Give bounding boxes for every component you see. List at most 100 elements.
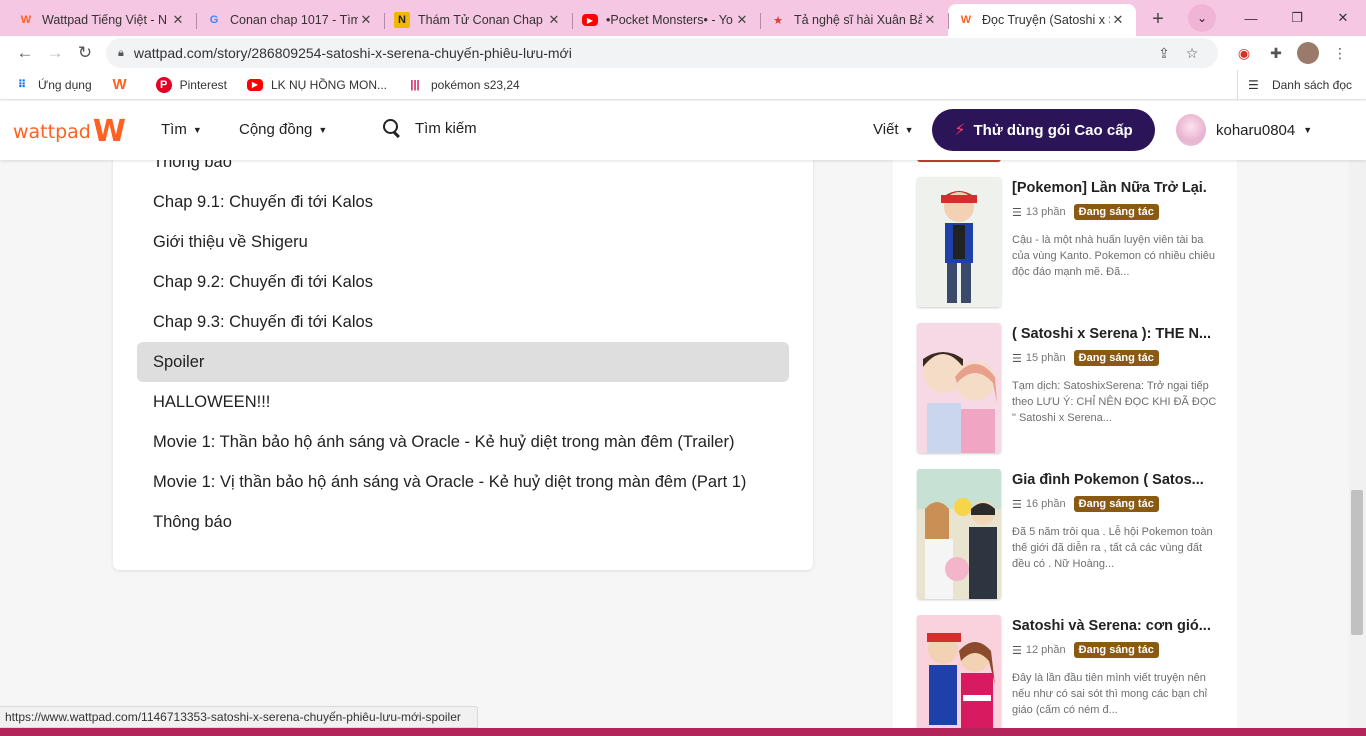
list-icon: ☰: [1012, 498, 1022, 511]
back-arrow-icon[interactable]: ←: [10, 38, 40, 68]
browser-tab-active[interactable]: W Đọc Truyện (Satoshi x S ✕: [948, 4, 1136, 36]
youtube-icon: ▶: [246, 78, 263, 91]
reading-list[interactable]: ☰ Danh sách đọc: [1236, 70, 1352, 100]
status-badge: Đang sáng tác: [1073, 496, 1159, 512]
close-icon[interactable]: ✕: [546, 12, 562, 28]
table-of-contents: Thông báo Chap 9.1: Chuyến đi tới Kalos …: [113, 140, 813, 570]
story-title[interactable]: ( Satoshi x Serena ): THE N...: [1012, 326, 1217, 342]
user-menu[interactable]: koharu0804 ▼: [1176, 114, 1312, 146]
pinterest-icon: P: [155, 76, 172, 93]
os-taskbar: [0, 728, 1366, 736]
toc-item[interactable]: Thông báo: [137, 502, 789, 542]
story-title[interactable]: Gia đình Pokemon ( Satos...: [1012, 472, 1217, 488]
close-icon[interactable]: ✕: [170, 12, 186, 28]
toc-item[interactable]: Chap 9.3: Chuyến đi tới Kalos: [137, 302, 789, 342]
scrollbar-thumb[interactable]: [1351, 490, 1363, 635]
nav-community-label: Cộng đồng: [239, 121, 313, 138]
story-cover[interactable]: [917, 615, 1001, 736]
caret-down-icon: ▼: [904, 124, 914, 135]
bookmark-apps[interactable]: ⠿ Ứng dụng: [14, 77, 92, 93]
restore-icon[interactable]: ❐: [1274, 0, 1320, 36]
bookmark-pinterest[interactable]: P Pinterest: [155, 76, 227, 93]
recommendation-card[interactable]: Satoshi và Serena: cơn gió... ☰ 12 phần …: [917, 615, 1217, 736]
close-icon[interactable]: ✕: [1110, 12, 1126, 28]
story-cover[interactable]: [917, 469, 1001, 599]
wattpad-logo[interactable]: wattpad W: [13, 117, 126, 147]
close-icon[interactable]: ✕: [922, 12, 938, 28]
story-meta: ☰ 13 phần Đang sáng tác: [1012, 204, 1159, 220]
reading-list-icon: ☰: [1247, 78, 1259, 92]
list-icon: ☰: [1012, 352, 1022, 365]
caret-down-icon: ▼: [192, 124, 202, 135]
forward-arrow-icon[interactable]: →: [40, 38, 70, 68]
story-description: Đây là lần đầu tiên mình viết truyện nên…: [1012, 672, 1208, 716]
toc-item[interactable]: Chap 9.1: Chuyến đi tới Kalos: [137, 182, 789, 222]
premium-button[interactable]: ⚡︎ Thử dùng gói Cao cấp: [932, 109, 1155, 151]
story-title[interactable]: [Pokemon] Lần Nữa Trở Lại.: [1012, 180, 1217, 196]
site-header: wattpad W Tìm ▼ Cộng đồng ▼ Tìm kiếm Viế…: [0, 101, 1366, 160]
profile-avatar[interactable]: [1292, 38, 1324, 68]
story-title[interactable]: Satoshi và Serena: cơn gió...: [1012, 618, 1217, 634]
new-tab-plus-icon[interactable]: +: [1144, 5, 1172, 33]
bookmark-wattpad[interactable]: W: [112, 76, 136, 93]
recommendation-card[interactable]: Gia đình Pokemon ( Satos... ☰ 16 phần Đa…: [917, 469, 1217, 601]
browser-tab-strip: W Wattpad Tiếng Việt - N ✕ G Conan chap …: [0, 0, 1366, 36]
tab-search-chevron-icon[interactable]: ⌄: [1188, 4, 1216, 32]
nav-write[interactable]: Viết ▼: [873, 121, 914, 138]
wattpad-favicon-icon: W: [960, 14, 972, 26]
toc-item[interactable]: Giới thiệu về Shigeru: [137, 222, 789, 262]
premium-label: Thử dùng gói Cao cấp: [973, 121, 1133, 139]
nav-browse[interactable]: Tìm ▼: [161, 121, 202, 138]
toc-item[interactable]: Movie 1: Vị thần bảo hộ ánh sáng và Orac…: [137, 462, 789, 502]
address-bar[interactable]: 🔒︎ wattpad.com/story/286809254-satoshi-x…: [106, 38, 1218, 68]
toc-item[interactable]: Movie 1: Thần bảo hộ ánh sáng và Oracle …: [137, 422, 789, 462]
parts-count: 16 phần: [1025, 498, 1066, 510]
browser-tab[interactable]: ▶ •Pocket Monsters• - Yo ✕: [572, 4, 760, 36]
browser-tab[interactable]: N Thám Tử Conan Chap 1 ✕: [384, 4, 572, 36]
audio-icon: |||: [410, 78, 420, 91]
close-icon[interactable]: ✕: [358, 12, 374, 28]
window-close-icon[interactable]: ✕: [1320, 0, 1366, 36]
minimize-icon[interactable]: —: [1228, 0, 1274, 36]
avatar: [1176, 114, 1206, 146]
toc-item[interactable]: Chap 9.2: Chuyến đi tới Kalos: [137, 262, 789, 302]
parts-count: 13 phần: [1025, 206, 1066, 218]
bookmark-pokemon[interactable]: ||| pokémon s23,24: [407, 77, 520, 93]
toc-item-hovered[interactable]: Spoiler: [137, 342, 789, 382]
nav-community[interactable]: Cộng đồng ▼: [239, 121, 327, 138]
bookmark-label: pokémon s23,24: [431, 77, 520, 92]
extensions-puzzle-icon[interactable]: ✚: [1260, 38, 1292, 68]
n-logo-favicon-icon: N: [394, 12, 410, 28]
story-cover[interactable]: [917, 323, 1001, 453]
browser-tab[interactable]: G Conan chap 1017 - Tìm ✕: [196, 4, 384, 36]
share-icon[interactable]: ⇪: [1150, 45, 1178, 62]
wattpad-favicon-icon: W: [20, 14, 32, 26]
lock-icon: 🔒︎: [118, 46, 124, 59]
recommendations-sidebar: [Pokemon] Lần Nữa Trở Lại. ☰ 13 phần Đan…: [893, 140, 1237, 736]
bookmark-star-icon[interactable]: ☆: [1178, 45, 1206, 62]
close-icon[interactable]: ✕: [734, 12, 750, 28]
extension-icon[interactable]: ◉: [1228, 38, 1260, 68]
scrollbar-track[interactable]: [1349, 160, 1366, 736]
recommendation-card[interactable]: ( Satoshi x Serena ): THE N... ☰ 15 phần…: [917, 323, 1217, 455]
search-icon: [383, 119, 401, 137]
menu-kebab-icon[interactable]: ⋮: [1324, 38, 1356, 68]
story-description: Cậu - là một nhà huấn luyện viên tài ba …: [1012, 234, 1216, 278]
story-cover[interactable]: [917, 177, 1001, 307]
parts-count: 12 phần: [1025, 644, 1066, 656]
browser-tab[interactable]: ★ Tả nghệ sĩ hài Xuân Bắ ✕: [760, 4, 948, 36]
search-button[interactable]: Tìm kiếm: [383, 119, 477, 137]
caret-down-icon: ▼: [1303, 125, 1313, 135]
story-meta: ☰ 12 phần Đang sáng tác: [1012, 642, 1159, 658]
list-icon: ☰: [1012, 644, 1022, 657]
toc-item[interactable]: HALLOWEEN!!!: [137, 382, 789, 422]
status-badge: Đang sáng tác: [1073, 204, 1159, 220]
status-badge: Đang sáng tác: [1073, 350, 1159, 366]
browser-tab[interactable]: W Wattpad Tiếng Việt - N ✕: [8, 4, 196, 36]
tab-title: Tả nghệ sĩ hài Xuân Bắ: [794, 13, 922, 27]
recommendation-card[interactable]: [Pokemon] Lần Nữa Trở Lại. ☰ 13 phần Đan…: [917, 177, 1217, 309]
url-text[interactable]: wattpad.com/story/286809254-satoshi-x-se…: [134, 45, 1150, 61]
reload-icon[interactable]: ↻: [70, 38, 100, 68]
bookmark-youtube[interactable]: ▶ LK NỤ HỒNG MON...: [246, 78, 387, 92]
news-favicon-icon: ★: [773, 14, 783, 27]
